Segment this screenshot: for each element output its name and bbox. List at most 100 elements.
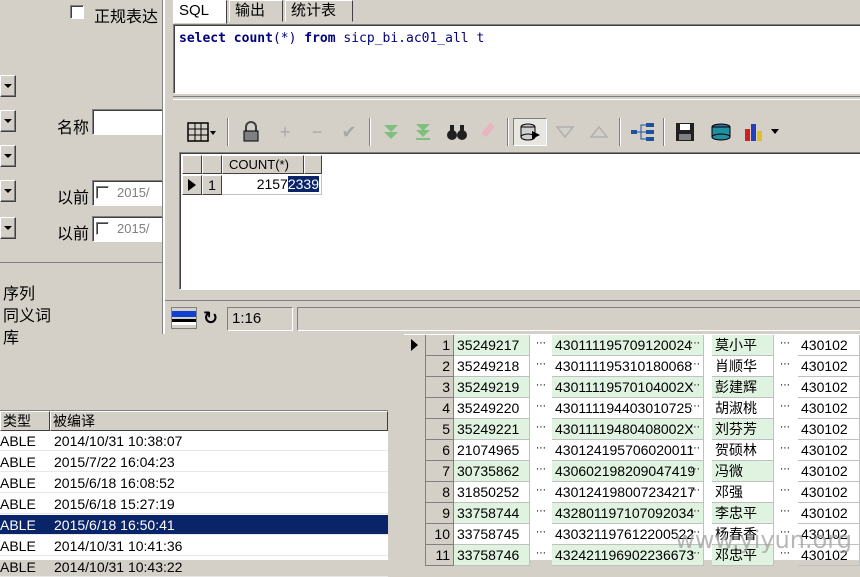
next-record-icon[interactable] xyxy=(377,118,405,146)
object-type-item[interactable]: 库 xyxy=(3,324,19,348)
id-cell[interactable]: 35249221 xyxy=(454,419,530,440)
column-header-compiled[interactable]: 被编译 xyxy=(50,411,388,431)
last-record-icon[interactable] xyxy=(409,118,437,146)
date-enable-checkbox[interactable] xyxy=(96,222,109,235)
splitter[interactable] xyxy=(173,96,860,100)
sql-editor[interactable]: select count(*) from sicp_bi.ac01_all t xyxy=(173,24,860,94)
tab-statistics[interactable]: 统计表 xyxy=(285,0,353,22)
grid-icon[interactable] xyxy=(181,118,221,146)
table-row[interactable]: 3 35249219 43011119570104002X 彭建辉 430102 ⋯ ⋯ ⋯ xyxy=(404,377,860,398)
table-row[interactable]: ABLE 2015/6/18 16:08:52 xyxy=(0,473,388,493)
cell-editor-button[interactable]: ⋯ xyxy=(686,399,704,418)
find-icon[interactable] xyxy=(443,118,471,146)
query-icon[interactable] xyxy=(513,118,547,146)
id-cell[interactable]: 35249217 xyxy=(454,335,530,356)
code-cell[interactable]: 430102 xyxy=(798,335,860,356)
combo-dropdown-button[interactable] xyxy=(0,110,16,132)
check-icon[interactable]: ✔ xyxy=(335,118,363,146)
code-cell[interactable]: 430102 xyxy=(798,398,860,419)
minus-icon[interactable]: − xyxy=(303,118,331,146)
id-cell[interactable]: 35249219 xyxy=(454,377,530,398)
cell-editor-button[interactable]: ⋯ xyxy=(776,420,794,439)
code-cell[interactable]: 430102 xyxy=(798,440,860,461)
table-row[interactable]: 7 30735862 430602198209047419 冯微 430102 ⋯ ⋯ ⋯ xyxy=(404,461,860,482)
cell-editor-button[interactable]: ⋯ xyxy=(686,357,704,376)
object-type-item[interactable]: 同义词 xyxy=(3,302,51,326)
cell-editor-button[interactable]: ⋯ xyxy=(532,462,550,481)
table-row[interactable]: 5 35249221 43011119480408002X 刘芬芳 430102 ⋯ ⋯ ⋯ xyxy=(404,419,860,440)
clear-icon[interactable] xyxy=(475,118,503,146)
idcard-cell[interactable]: 430124195706020011 xyxy=(552,440,704,461)
name-input[interactable] xyxy=(92,109,164,135)
cell-editor-button[interactable]: ⋯ xyxy=(532,357,550,376)
plus-icon[interactable]: + xyxy=(271,118,299,146)
cell-editor-button[interactable]: ⋯ xyxy=(776,504,794,523)
sort-down-icon[interactable] xyxy=(585,118,613,146)
table-row-selected[interactable]: ABLE 2015/6/18 16:50:41 xyxy=(0,515,388,535)
date-enable-checkbox[interactable] xyxy=(96,186,109,199)
name-cell[interactable]: 肖顺华 xyxy=(712,356,774,377)
tab-output[interactable]: 输出 xyxy=(229,0,283,22)
combo-dropdown-button[interactable] xyxy=(0,217,16,239)
idcard-cell[interactable]: 430111195310180068 xyxy=(552,356,704,377)
cell-editor-button[interactable]: ⋯ xyxy=(776,336,794,355)
name-cell[interactable]: 李忠平 xyxy=(712,503,774,524)
id-cell[interactable]: 21074965 xyxy=(454,440,530,461)
table-row[interactable]: ABLE 2014/10/31 10:41:36 xyxy=(0,536,388,556)
date-before-input[interactable]: 2015/ xyxy=(92,180,164,206)
table-row[interactable]: ABLE 2014/10/31 10:38:07 xyxy=(0,431,388,451)
cell-editor-button[interactable]: ⋯ xyxy=(532,420,550,439)
table-row[interactable]: 6 21074965 430124195706020011 贺硕林 430102 ⋯ ⋯ ⋯ xyxy=(404,440,860,461)
cell-editor-button[interactable]: ⋯ xyxy=(532,399,550,418)
tab-sql[interactable]: SQL xyxy=(173,0,227,24)
table-row[interactable]: ABLE 2015/6/18 15:27:19 xyxy=(0,494,388,514)
table-row[interactable]: 2 35249218 430111195310180068 肖顺华 430102 ⋯ ⋯ ⋯ xyxy=(404,356,860,377)
cell-editor-button[interactable]: ⋯ xyxy=(686,462,704,481)
code-cell[interactable]: 430102 xyxy=(798,482,860,503)
table-row[interactable]: 8 31850252 430124198007234217 邓强 430102 ⋯ ⋯ ⋯ xyxy=(404,482,860,503)
cell-editor-button[interactable]: ⋯ xyxy=(532,483,550,502)
code-cell[interactable]: 430102 xyxy=(798,461,860,482)
cell-editor-button[interactable]: ⋯ xyxy=(776,378,794,397)
code-cell[interactable]: 430102 xyxy=(798,356,860,377)
sort-up-icon[interactable] xyxy=(551,118,579,146)
code-cell[interactable]: 430102 xyxy=(798,419,860,440)
refresh-icon[interactable]: ↻ xyxy=(203,308,225,330)
cell-editor-button[interactable]: ⋯ xyxy=(532,441,550,460)
cell-editor-button[interactable]: ⋯ xyxy=(686,504,704,523)
code-cell[interactable]: 430102 xyxy=(798,503,860,524)
tree-icon[interactable] xyxy=(629,118,657,146)
cell-editor-button[interactable]: ⋯ xyxy=(532,378,550,397)
code-cell[interactable]: 430102 xyxy=(798,377,860,398)
name-cell[interactable]: 彭建辉 xyxy=(712,377,774,398)
regex-checkbox[interactable] xyxy=(70,5,84,19)
cell-editor-button[interactable]: ⋯ xyxy=(532,525,550,544)
id-cell[interactable]: 35249220 xyxy=(454,398,530,419)
combo-dropdown-button[interactable] xyxy=(0,145,16,167)
object-type-item[interactable]: 序列 xyxy=(3,280,35,304)
name-cell[interactable]: 冯微 xyxy=(712,461,774,482)
cell-editor-button[interactable]: ⋯ xyxy=(532,546,550,565)
count-value-cell[interactable]: 21572339 xyxy=(222,175,322,195)
cell-editor-button[interactable]: ⋯ xyxy=(776,462,794,481)
database-icon[interactable] xyxy=(707,118,735,146)
chart-icon[interactable] xyxy=(741,118,785,146)
column-header-type[interactable]: 类型 xyxy=(0,411,50,431)
idcard-cell[interactable]: 430124198007234217 xyxy=(552,482,704,503)
cell-editor-button[interactable]: ⋯ xyxy=(532,504,550,523)
idcard-cell[interactable]: 43011119480408002X xyxy=(552,419,704,440)
table-row[interactable]: 9 33758744 432801197107092034 李忠平 430102 ⋯ ⋯ ⋯ xyxy=(404,503,860,524)
save-icon[interactable] xyxy=(671,118,699,146)
id-cell[interactable]: 30735862 xyxy=(454,461,530,482)
name-cell[interactable]: 胡淑桃 xyxy=(712,398,774,419)
cell-editor-button[interactable]: ⋯ xyxy=(776,399,794,418)
name-cell[interactable]: 贺硕林 xyxy=(712,440,774,461)
cell-editor-button[interactable]: ⋯ xyxy=(686,483,704,502)
cell-editor-button[interactable]: ⋯ xyxy=(532,336,550,355)
cell-editor-button[interactable]: ⋯ xyxy=(776,357,794,376)
id-cell[interactable]: 33758746 xyxy=(454,545,530,566)
table-row[interactable]: ABLE 2015/7/22 16:04:23 xyxy=(0,452,388,472)
table-row[interactable]: 1 35249217 430111195709120024 莫小平 430102 ⋯ ⋯ ⋯ xyxy=(404,335,860,356)
cell-editor-button[interactable]: ⋯ xyxy=(776,483,794,502)
idcard-cell[interactable]: 430111195709120024 xyxy=(552,335,704,356)
